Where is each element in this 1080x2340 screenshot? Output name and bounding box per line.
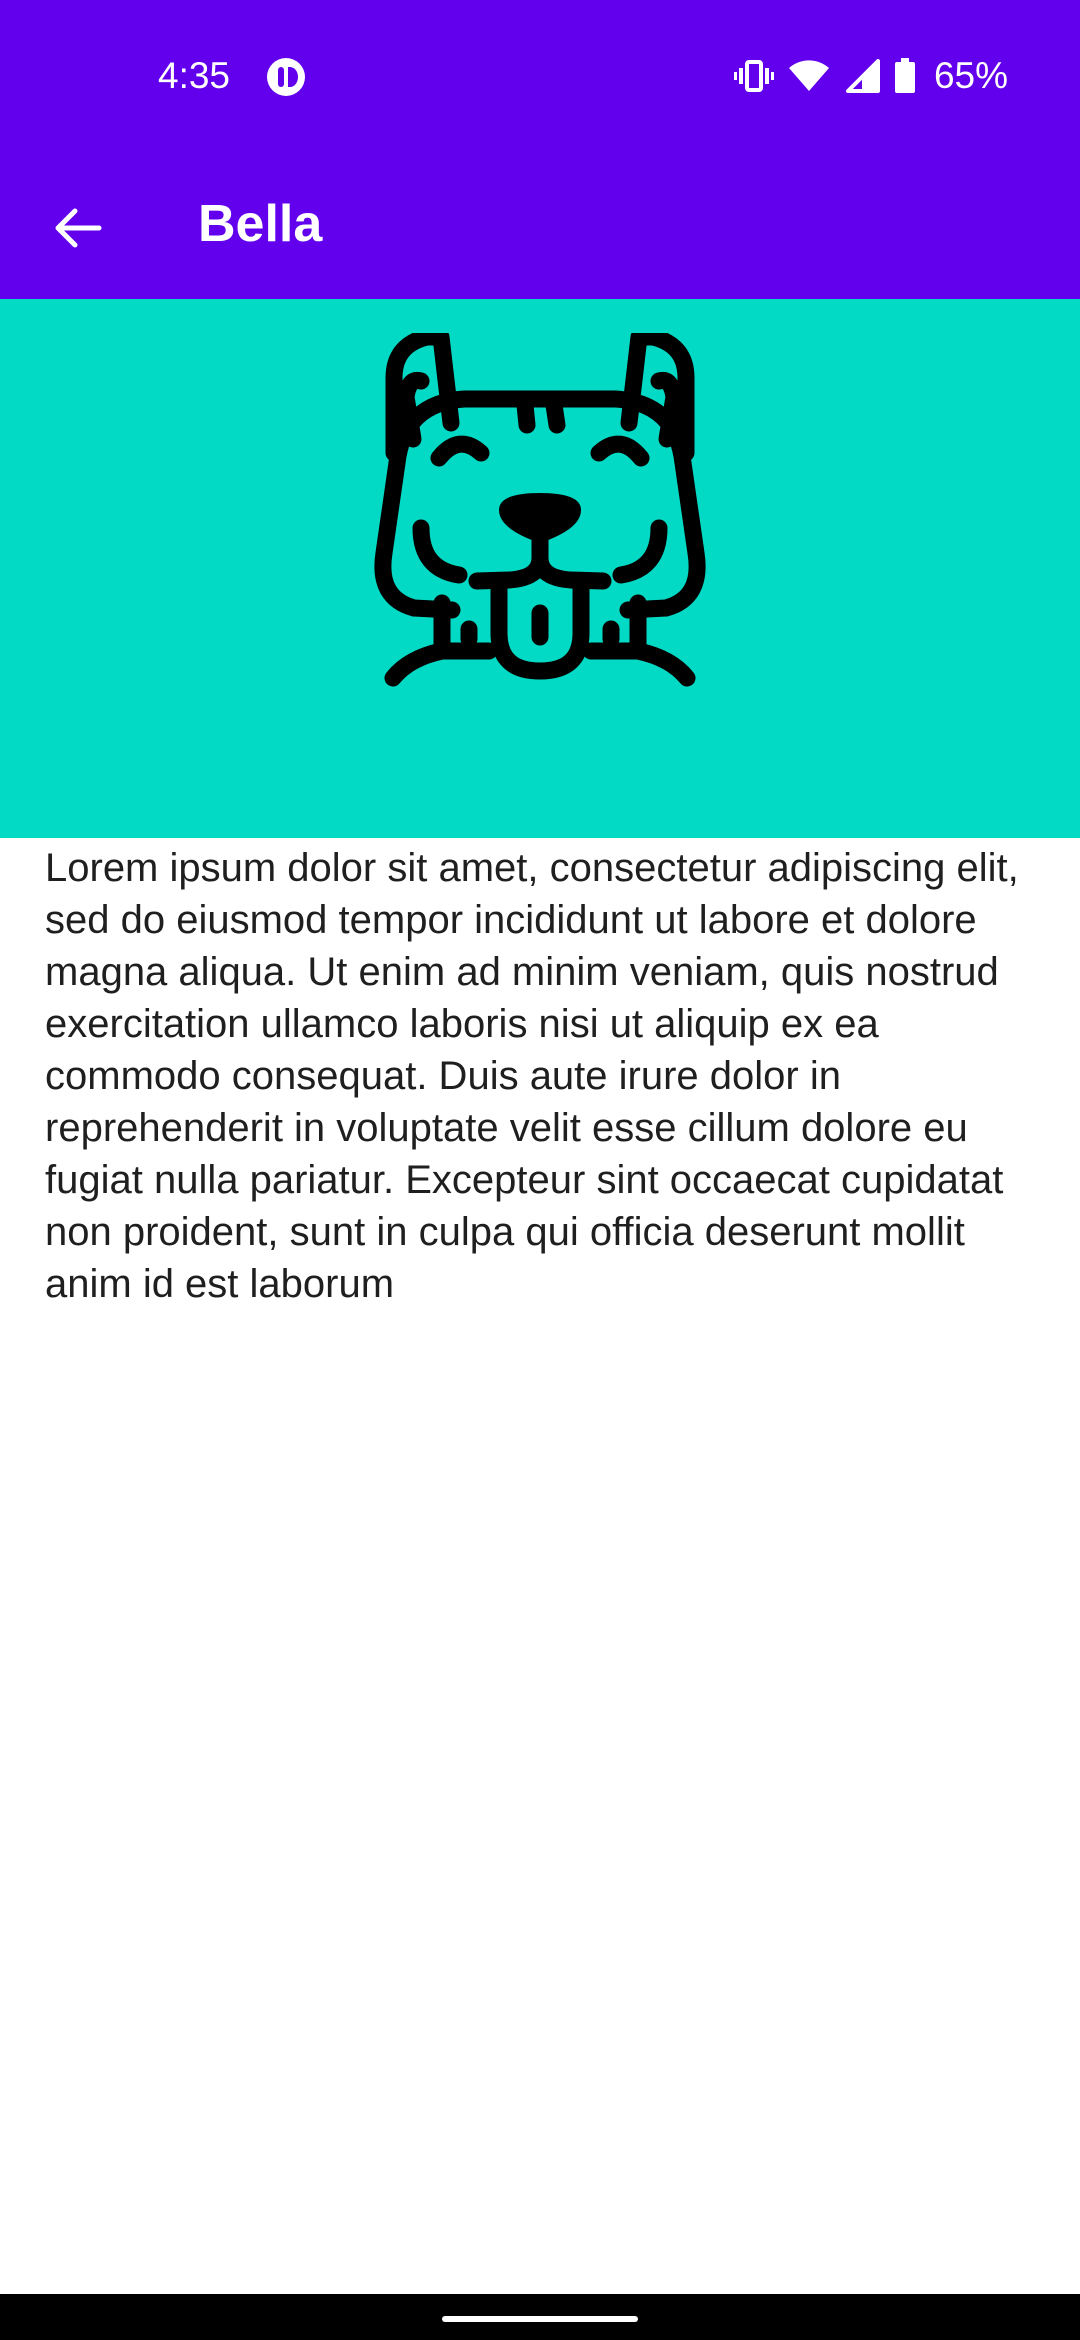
status-bar: 4:35 65%: [0, 0, 1080, 150]
hero-image: [0, 299, 1080, 838]
battery-icon: [894, 58, 915, 93]
app-notification-icon: [267, 58, 305, 96]
arrow-back-icon: [55, 208, 102, 248]
dog-face-icon: [374, 333, 706, 687]
status-icons: 65%: [733, 50, 1008, 102]
signal-icon: [845, 59, 880, 93]
navigation-bar: [0, 2294, 1080, 2340]
home-indicator[interactable]: [442, 2316, 638, 2322]
status-time: 4:35: [158, 55, 231, 96]
wifi-icon: [788, 60, 829, 91]
page-title: Bella: [198, 195, 323, 253]
app-bar: 4:35 65% Bella: [0, 0, 1080, 299]
toolbar: Bella: [0, 150, 1080, 299]
back-button[interactable]: [30, 180, 126, 276]
description-text: Lorem ipsum dolor sit amet, consectetur …: [45, 846, 1019, 1306]
battery-percent: 65%: [933, 55, 1008, 96]
vibrate-icon: [733, 60, 774, 92]
